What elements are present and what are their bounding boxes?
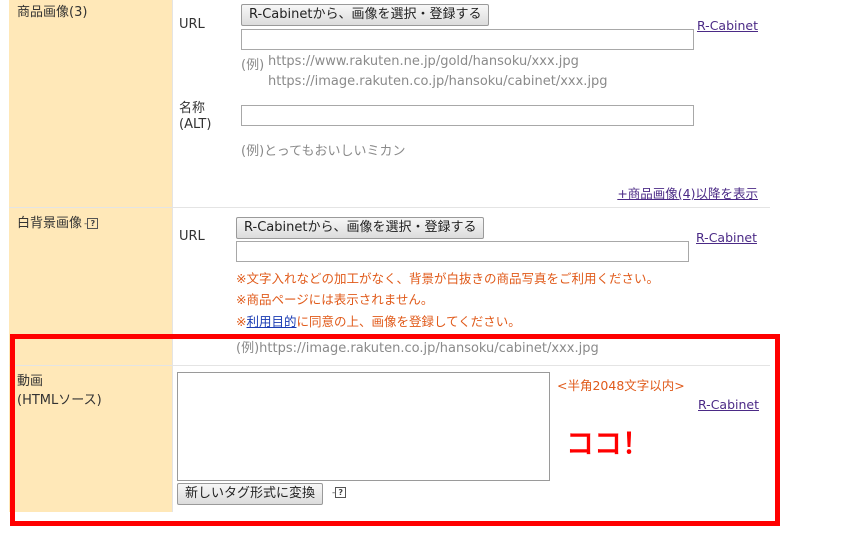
example-url-1: https://www.rakuten.ne.jp/gold/hansoku/x… [268,54,579,69]
video-html-textarea[interactable] [177,372,550,481]
rcabinet-select-button[interactable]: R-Cabinetから、画像を選択・登録する [236,217,485,239]
help-question-icon[interactable]: -? [332,487,347,498]
usage-purpose-link[interactable]: 利用目的 [246,314,296,329]
white-background-image-row: 白背景画像 -? URL R-Cabinetから、画像を選択・登録する R-Cab… [9,208,770,365]
annotation-here-text: ココ！ [566,427,651,460]
product-image-3-row: 商品画像(3) URL R-Cabinetから、画像を選択・登録する R-Cab… [9,0,770,207]
rcabinet-link[interactable]: R-Cabinet [696,230,757,245]
product-image-3-label: 商品画像(3) [17,5,88,20]
image-url-input[interactable] [241,29,694,50]
url-label: URL [179,229,205,244]
example-prefix: (例) [241,58,265,73]
white-bg-label: 白背景画像 -? [17,214,99,233]
alt-example: (例)とってもおいしいミカン [241,144,406,159]
alt-text-input[interactable] [241,105,694,126]
product-form-table: 商品画像(3) URL R-Cabinetから、画像を選択・登録する R-Cab… [9,0,770,512]
convert-tag-format-button[interactable]: 新しいタグ形式に変換 [177,483,324,505]
rcabinet-link[interactable]: R-Cabinet [697,18,758,33]
help-question-icon[interactable]: -? [84,218,99,229]
warning-agree-usage: ※利用目的に同意の上、画像を登録してください。 [236,314,521,329]
alt-label-line-1: 名称 [179,101,206,116]
rcabinet-link[interactable]: R-Cabinet [698,397,759,412]
char-limit-note: <半角2048文字以内> [557,378,685,393]
white-bg-example: (例)https://image.rakuten.co.jp/hansoku/c… [236,341,599,356]
white-bg-label-cell: 白背景画像 -? [9,208,172,365]
video-row: 動画 (HTMLソース) <半角2048文字以内> R-Cabinet ココ！ … [9,366,770,512]
video-label-line-2: (HTMLソース) [17,393,102,408]
rcabinet-select-button[interactable]: R-Cabinetから、画像を選択・登録する [241,4,490,26]
alt-label-line-2: (ALT) [179,117,212,132]
product-image-3-label-cell: 商品画像(3) [9,0,172,207]
video-label-cell: 動画 (HTMLソース) [9,366,172,512]
warning-not-displayed: ※商品ページには表示されません。 [236,292,434,307]
product-image-3-content-cell: URL R-Cabinetから、画像を選択・登録する R-Cabinet (例)… [173,0,770,207]
video-content-cell: <半角2048文字以内> R-Cabinet ココ！ 新しいタグ形式に変換 -? [173,366,770,512]
warning-no-processing: ※文字入れなどの加工がなく、背景が白抜きの商品写真をご利用ください。 [236,271,659,286]
example-url-2: https://image.rakuten.co.jp/hansoku/cabi… [268,74,608,89]
video-label-line-1: 動画 [17,374,44,389]
white-bg-url-input[interactable] [236,241,689,262]
show-more-images-link[interactable]: +商品画像(4)以降を表示 [617,183,758,202]
white-bg-content-cell: URL R-Cabinetから、画像を選択・登録する R-Cabinet ※文字… [173,208,770,365]
url-label: URL [179,17,205,32]
